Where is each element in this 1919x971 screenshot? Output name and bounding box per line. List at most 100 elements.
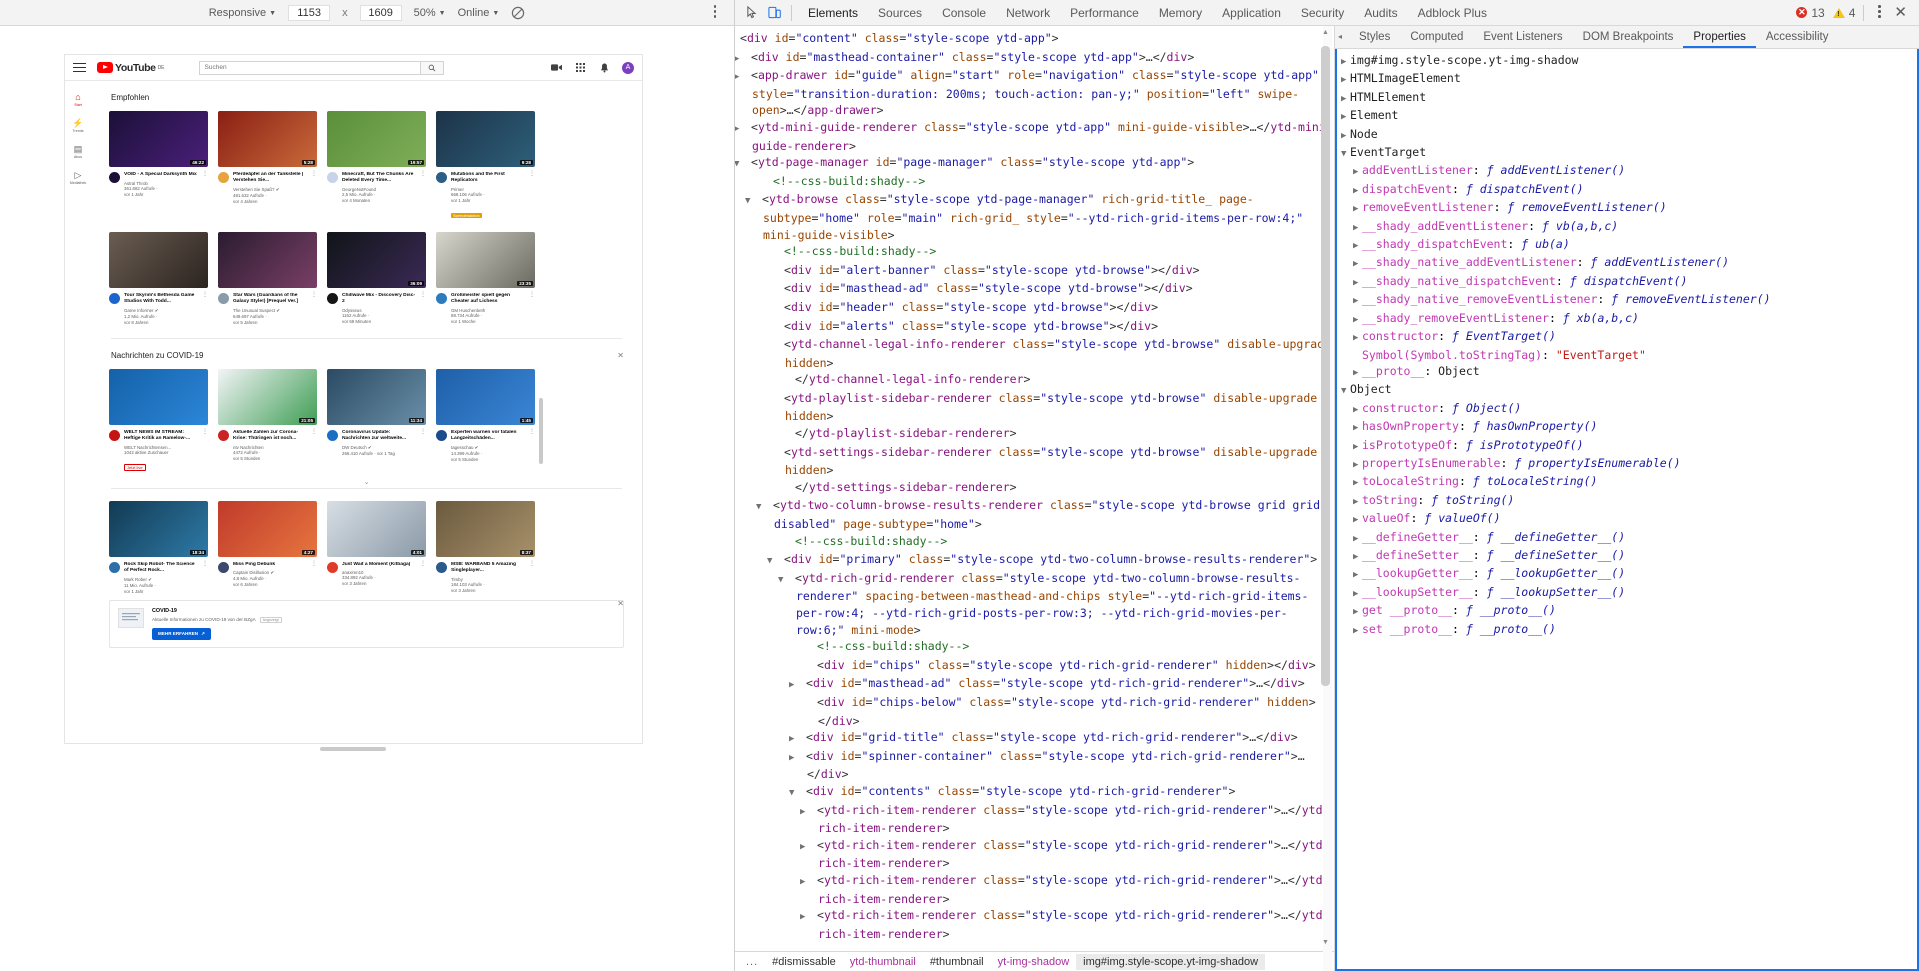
devtools-tab-application[interactable]: Application xyxy=(1212,2,1291,24)
dom-node[interactable]: <div id="chips-below" class="style-scope… xyxy=(741,694,1334,729)
expand-triangle-icon[interactable] xyxy=(1353,549,1362,565)
channel-avatar[interactable] xyxy=(436,292,447,304)
dom-node[interactable]: <!--css-build:shady--> xyxy=(741,243,1334,262)
video-card[interactable]: Star Wars (Guardians of the Galaxy Style… xyxy=(218,231,317,326)
expand-triangle-icon[interactable] xyxy=(787,572,795,589)
expand-triangle-icon[interactable] xyxy=(1341,146,1350,162)
devtools-more-icon[interactable] xyxy=(1872,5,1886,20)
video-thumbnail[interactable] xyxy=(109,231,208,288)
channel-avatar[interactable] xyxy=(109,292,120,304)
property-row[interactable]: HTMLImageElement xyxy=(1341,70,1917,88)
video-title[interactable]: MSB: WARBAND 5 Amazing Singleplayer... xyxy=(451,562,525,574)
video-card[interactable]: 19:57 Minecraft, But The Chunks Are Delet… xyxy=(327,111,426,222)
video-more-icon[interactable]: ⋮ xyxy=(420,292,426,325)
expand-triangle-icon[interactable] xyxy=(1341,91,1350,107)
video-thumbnail[interactable] xyxy=(109,368,208,425)
expand-triangle-icon[interactable] xyxy=(787,373,795,390)
dom-tree-scrollbar[interactable]: ▲ ▼ xyxy=(1321,26,1332,971)
search-box[interactable] xyxy=(198,60,444,75)
video-card[interactable]: 23:35 Großmeister spielt gegen Cheater au… xyxy=(436,231,535,326)
console-warnings-badge[interactable]: 4 xyxy=(1832,6,1855,20)
expand-triangle-icon[interactable] xyxy=(1353,439,1362,455)
video-card[interactable]: 46:22 VOID - A Special Darksynth Mix Astra… xyxy=(109,111,208,222)
search-button[interactable] xyxy=(419,60,444,75)
channel-avatar[interactable] xyxy=(109,429,120,441)
property-row[interactable]: constructor: ƒ Object() xyxy=(1341,400,1917,418)
property-row[interactable]: __defineGetter__: ƒ __defineGetter__() xyxy=(1341,529,1917,547)
dom-node[interactable]: <div id="masthead-container" class="styl… xyxy=(741,49,1334,68)
expand-triangle-icon[interactable] xyxy=(1353,275,1362,291)
property-row[interactable]: removeEventListener: ƒ removeEventListen… xyxy=(1341,199,1917,217)
show-more-chevron-icon[interactable]: ⌄ xyxy=(109,478,624,486)
dom-node[interactable]: <div id="alerts" class="style-scope ytd-… xyxy=(741,318,1334,337)
dom-node[interactable]: <div id="contents" class="style-scope yt… xyxy=(741,783,1334,802)
video-card[interactable]: 18:34 Rock Skip Robot- The Science of Per… xyxy=(109,500,208,595)
property-row[interactable]: EventTarget xyxy=(1341,144,1917,162)
expand-triangle-icon[interactable] xyxy=(776,282,784,299)
video-more-icon[interactable]: ⋮ xyxy=(529,171,535,222)
expand-triangle-icon[interactable] xyxy=(1353,220,1362,236)
expand-triangle-icon[interactable] xyxy=(787,535,795,552)
youtube-apps-icon[interactable] xyxy=(574,62,586,74)
dom-node[interactable]: <div id="header" class="style-scope ytd-… xyxy=(741,299,1334,318)
video-more-icon[interactable]: ⋮ xyxy=(202,171,208,198)
expand-triangle-icon[interactable] xyxy=(776,446,784,463)
expand-triangle-icon[interactable] xyxy=(809,874,817,891)
property-row[interactable]: toLocaleString: ƒ toLocaleString() xyxy=(1341,473,1917,491)
video-title[interactable]: Chillwave Mix - Discovery Disc-2 xyxy=(342,293,416,305)
hamburger-menu-icon[interactable] xyxy=(73,63,86,72)
sidebar-tab-properties[interactable]: Properties xyxy=(1683,26,1755,48)
dom-node[interactable]: <div id="spinner-container" class="style… xyxy=(741,748,1334,783)
video-card[interactable]: 5:28 Pferdeäpfel an der Tankstelle | Vers… xyxy=(218,111,317,222)
dom-node[interactable]: <div id="alert-banner" class="style-scop… xyxy=(741,262,1334,281)
expand-triangle-icon[interactable] xyxy=(809,804,817,821)
video-card[interactable]: 4:01 Just Wait a Moment (Kitbaga) anaximn1… xyxy=(327,500,426,595)
property-row[interactable]: img#img.style-scope.yt-img-shadow xyxy=(1341,52,1917,70)
device-selector[interactable]: Responsive ▼ xyxy=(209,7,276,19)
devtools-tab-security[interactable]: Security xyxy=(1291,2,1354,24)
expand-triangle-icon[interactable] xyxy=(1341,72,1350,88)
channel-avatar[interactable] xyxy=(218,429,229,441)
video-card[interactable]: 8:37 MSB: WARBAND 5 Amazing Singleplayer.… xyxy=(436,500,535,595)
video-title[interactable]: Coronavirus Update: Nachrichten zur welt… xyxy=(342,430,416,442)
video-thumbnail[interactable]: 4:27 xyxy=(218,500,317,557)
avatar[interactable]: A xyxy=(622,61,634,74)
mini-guide-item-abos[interactable]: ▤ Abos xyxy=(65,139,91,165)
video-more-icon[interactable]: ⋮ xyxy=(202,429,208,474)
expand-triangle-icon[interactable] xyxy=(743,121,751,138)
video-title[interactable]: Experten warnen vor fatalen Langzeitschä… xyxy=(451,430,525,442)
devtools-tab-console[interactable]: Console xyxy=(932,2,996,24)
expand-triangle-icon[interactable] xyxy=(765,175,773,192)
video-title[interactable]: Aktuelle Zahlen zur Corona-Krise: Thürin… xyxy=(233,430,307,442)
dom-node[interactable]: <div id="primary" class="style-scope ytd… xyxy=(741,551,1334,570)
devtools-tab-performance[interactable]: Performance xyxy=(1060,2,1149,24)
sidebar-scroll-left-icon[interactable]: ◂ xyxy=(1338,32,1342,41)
channel-avatar[interactable] xyxy=(436,561,447,573)
video-card[interactable]: 36:09 Chillwave Mix - Discovery Disc-2 Ody… xyxy=(327,231,426,326)
expand-triangle-icon[interactable] xyxy=(1341,109,1350,125)
expand-triangle-icon[interactable] xyxy=(776,392,784,409)
expand-triangle-icon[interactable] xyxy=(1353,604,1362,620)
expand-triangle-icon[interactable] xyxy=(809,696,817,713)
video-thumbnail[interactable]: 23:35 xyxy=(436,231,535,288)
viewport-width-input[interactable]: 1153 xyxy=(288,4,331,21)
video-more-icon[interactable]: ⋮ xyxy=(420,429,426,457)
channel-avatar[interactable] xyxy=(327,429,338,441)
property-row[interactable]: isPrototypeOf: ƒ isPrototypeOf() xyxy=(1341,437,1917,455)
viewport-resize-handle-bottom[interactable] xyxy=(320,747,386,751)
video-more-icon[interactable]: ⋮ xyxy=(311,292,317,326)
devtools-tab-network[interactable]: Network xyxy=(996,2,1060,24)
property-row[interactable]: constructor: ƒ EventTarget() xyxy=(1341,328,1917,346)
video-title[interactable]: Star Wars (Guardians of the Galaxy Style… xyxy=(233,293,307,305)
video-card[interactable]: 11:34 Coronavirus Update: Nachrichten zur… xyxy=(327,368,426,474)
video-more-icon[interactable]: ⋮ xyxy=(311,429,317,462)
video-thumbnail[interactable]: 11:34 xyxy=(327,368,426,425)
video-title[interactable]: Tour Skyrim's Bethesda Game Studios With… xyxy=(124,293,198,305)
video-title[interactable]: VOID - A Special Darksynth Mix xyxy=(124,172,198,178)
property-row[interactable]: hasOwnProperty: ƒ hasOwnProperty() xyxy=(1341,418,1917,436)
property-row[interactable]: HTMLElement xyxy=(1341,89,1917,107)
expand-triangle-icon[interactable] xyxy=(1353,531,1362,547)
expand-triangle-icon[interactable] xyxy=(1353,475,1362,491)
expand-triangle-icon[interactable] xyxy=(798,785,806,802)
viewport-height-input[interactable]: 1609 xyxy=(359,4,402,21)
